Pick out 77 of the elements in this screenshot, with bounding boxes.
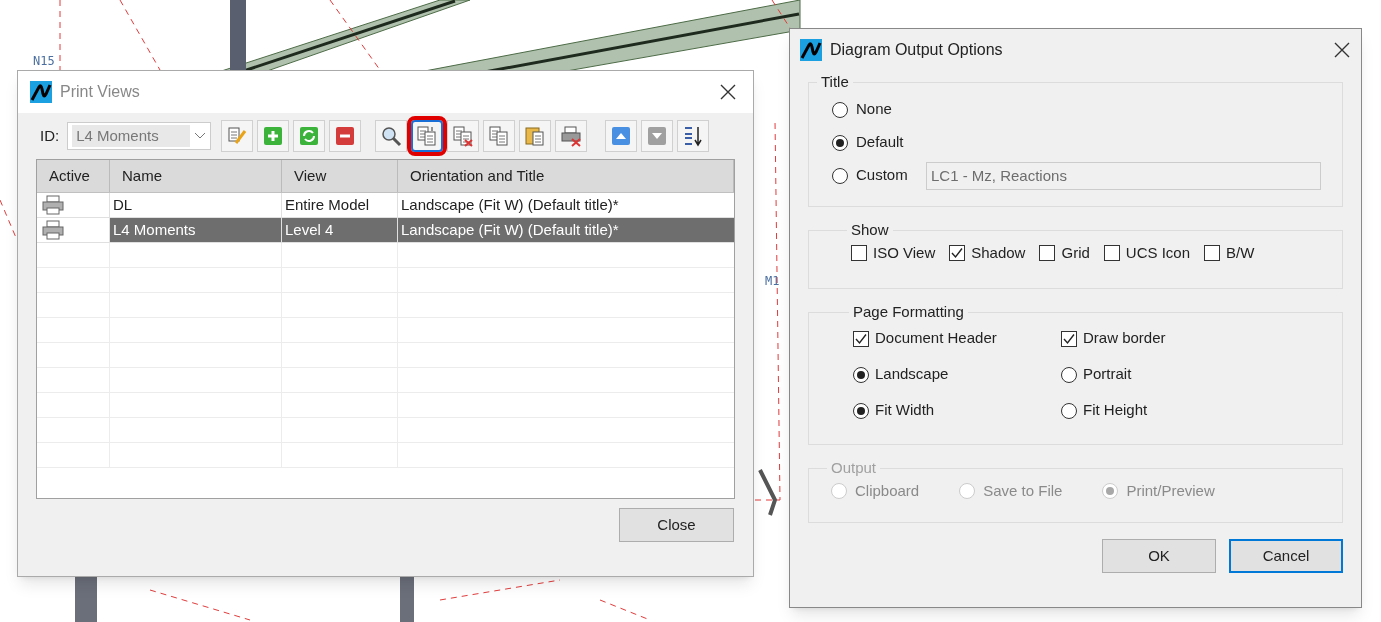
group-label: Title bbox=[820, 72, 850, 92]
table-cell: Entire Model bbox=[282, 193, 398, 217]
printer-cross-icon bbox=[560, 125, 583, 147]
checkbox[interactable] bbox=[949, 244, 966, 261]
radio-button[interactable] bbox=[832, 101, 848, 118]
id-dropdown[interactable]: L4 Moments bbox=[67, 122, 212, 150]
option-label: None bbox=[856, 99, 893, 120]
close-button[interactable]: Close bbox=[619, 508, 734, 542]
radio-button[interactable] bbox=[853, 366, 869, 383]
option-label: Default bbox=[856, 132, 905, 153]
table-row[interactable]: L4 Moments Level 4 Landscape (Fit W) (Default title)* bbox=[37, 218, 734, 243]
option-label: Portrait bbox=[1083, 364, 1132, 385]
column-drawing bbox=[400, 577, 414, 622]
option-label: Landscape bbox=[875, 364, 949, 385]
node-label: N15 bbox=[33, 53, 55, 70]
radio-button[interactable] bbox=[1061, 402, 1077, 419]
checkbox[interactable] bbox=[1039, 244, 1056, 261]
documents-icon bbox=[488, 125, 511, 147]
option-label: Save to File bbox=[983, 480, 1063, 501]
table-cell: L4 Moments bbox=[110, 218, 282, 242]
checkbox[interactable] bbox=[1204, 244, 1220, 261]
window-title: Diagram Output Options bbox=[830, 40, 1003, 60]
member-drawing bbox=[758, 469, 778, 516]
id-label: ID: bbox=[40, 125, 60, 146]
column-header[interactable]: Name bbox=[110, 160, 282, 192]
sort-icon bbox=[682, 125, 705, 147]
radio-button[interactable] bbox=[1061, 366, 1077, 383]
option-label: Fit Height bbox=[1083, 400, 1148, 421]
clipboard-icon bbox=[524, 125, 547, 147]
group-label: Show bbox=[850, 220, 890, 240]
table-row[interactable]: DL Entire Model Landscape (Fit W) (Default title)* bbox=[37, 193, 734, 218]
radio-button[interactable] bbox=[853, 402, 869, 419]
caret-icon bbox=[194, 132, 207, 140]
option-label: Custom bbox=[856, 165, 909, 186]
option-label: Clipboard bbox=[855, 480, 920, 501]
app-logo-icon bbox=[30, 81, 52, 103]
table-cell: DL bbox=[110, 193, 282, 217]
column-header[interactable]: Active bbox=[37, 160, 110, 192]
checkbox[interactable] bbox=[1103, 244, 1120, 261]
documents-icon bbox=[416, 125, 439, 147]
group-label: Page Formatting bbox=[852, 302, 965, 322]
node-label: M1 bbox=[765, 273, 780, 290]
table-cell-text: Landscape (Fit W) (Default title)* bbox=[400, 194, 620, 215]
search-icon bbox=[380, 125, 403, 147]
close-icon[interactable] bbox=[719, 83, 737, 101]
close-icon[interactable] bbox=[1333, 41, 1351, 59]
option-label: Fit Width bbox=[875, 400, 935, 421]
plus-icon bbox=[262, 125, 285, 147]
option-label: UCS Icon bbox=[1125, 242, 1190, 263]
dialog-button[interactable]: OK bbox=[1102, 539, 1216, 573]
checkbox[interactable] bbox=[853, 330, 869, 347]
radio-button[interactable] bbox=[832, 134, 848, 151]
column-drawing bbox=[75, 577, 97, 622]
custom-title-field[interactable]: LC1 - Mz, Reactions bbox=[926, 161, 1321, 190]
checkbox[interactable] bbox=[851, 244, 867, 261]
app-logo-icon bbox=[800, 39, 822, 61]
printer-icon bbox=[41, 195, 65, 215]
window-title: Print Views bbox=[60, 82, 140, 102]
radio-button[interactable] bbox=[832, 167, 848, 184]
table-cell-text: Landscape (Fit W) (Default title)* bbox=[400, 219, 620, 240]
group-label: Output bbox=[830, 458, 878, 478]
option-label: ISO View bbox=[873, 242, 936, 263]
printer-icon bbox=[41, 220, 65, 240]
option-label: B/W bbox=[1226, 242, 1255, 263]
option-label: Grid bbox=[1061, 242, 1090, 263]
option-label: Shadow bbox=[971, 242, 1026, 263]
checkbox[interactable] bbox=[1061, 330, 1077, 347]
column-header[interactable]: View bbox=[282, 160, 398, 192]
option-label: Document Header bbox=[875, 328, 997, 349]
documents-cross-icon bbox=[452, 125, 475, 147]
column-header[interactable]: Orientation and Title bbox=[398, 160, 734, 192]
option-label: Draw border bbox=[1083, 328, 1166, 349]
minus-icon bbox=[334, 125, 357, 147]
table-cell: Level 4 bbox=[282, 218, 398, 242]
dialog-button[interactable]: Cancel bbox=[1229, 539, 1343, 573]
option-label: Print/Preview bbox=[1126, 480, 1215, 501]
refresh-icon bbox=[298, 125, 321, 147]
